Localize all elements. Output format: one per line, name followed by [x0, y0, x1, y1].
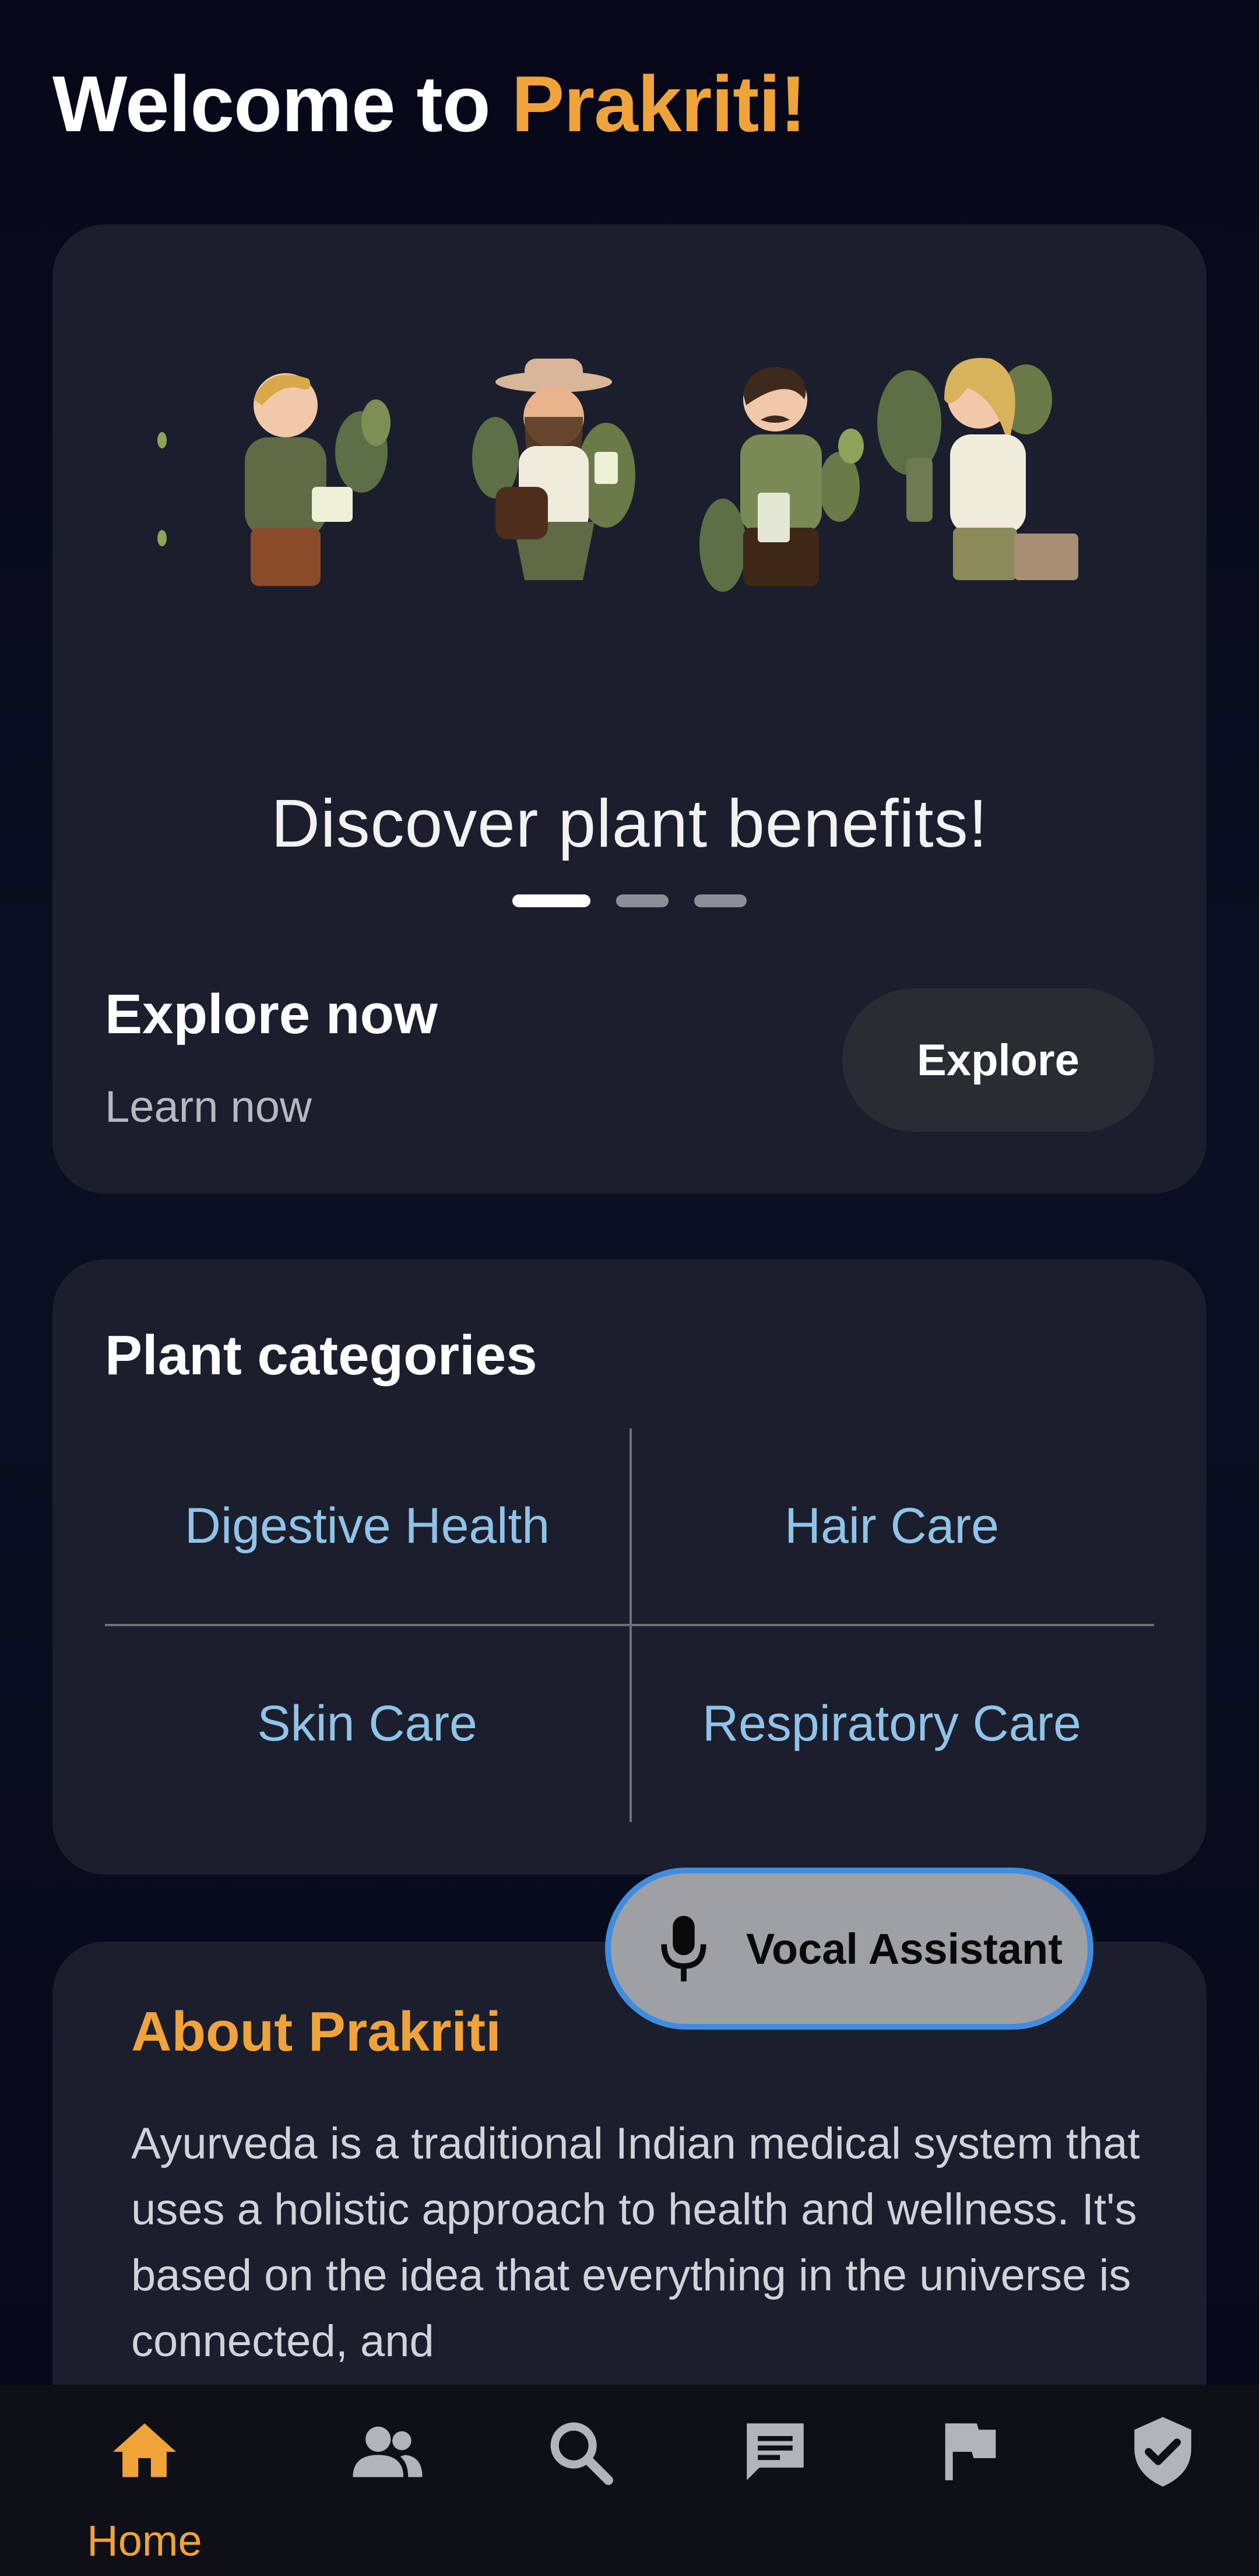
explore-title: Explore now	[105, 983, 438, 1045]
grid-divider-horizontal	[105, 1624, 1154, 1626]
app-screen: Welcome to Prakriti! Discover plant bene…	[0, 0, 1259, 2576]
welcome-prefix: Welcome to	[52, 59, 512, 148]
brand-name: Prakriti!	[511, 59, 807, 148]
vocal-assistant-label: Vocal Assistant	[746, 1924, 1063, 1973]
carousel-dot-3[interactable]	[694, 894, 747, 907]
hero-card: Discover plant benefits! Explore now Lea…	[52, 224, 1207, 1194]
home-icon	[112, 2423, 177, 2477]
carousel-dot-1[interactable]	[512, 894, 590, 907]
carousel-caption: Discover plant benefits!	[271, 785, 988, 861]
verified-shield-icon	[1134, 2417, 1191, 2487]
nav-people[interactable]	[318, 2385, 458, 2576]
nav-verified[interactable]	[1093, 2385, 1233, 2576]
categories-title: Plant categories	[105, 1324, 537, 1387]
category-digestive-health[interactable]: Digestive Health	[105, 1429, 630, 1624]
explore-subtitle: Learn now	[105, 1082, 312, 1132]
nav-home-label: Home	[87, 2517, 202, 2565]
plant-categories-card: Plant categories Digestive Health Hair C…	[52, 1259, 1207, 1875]
carousel-dot-2[interactable]	[616, 894, 669, 907]
bottom-navigation: Home	[0, 2385, 1259, 2576]
people-with-plants-illustration	[157, 357, 1078, 592]
categories-grid: Digestive Health Hair Care Skin Care Res…	[105, 1429, 1154, 1822]
vocal-assistant-button[interactable]: Vocal Assistant	[605, 1868, 1093, 2030]
carousel-indicator[interactable]	[52, 894, 1207, 907]
nav-search[interactable]	[510, 2385, 650, 2576]
category-respiratory-care[interactable]: Respiratory Care	[630, 1626, 1154, 1822]
about-title: About Prakriti	[131, 2001, 501, 2063]
flag-icon	[945, 2423, 996, 2480]
about-text: Ayurveda is a traditional Indian medical…	[131, 2119, 1140, 2366]
category-hair-care[interactable]: Hair Care	[630, 1429, 1154, 1624]
welcome-title: Welcome to Prakriti!	[52, 58, 807, 149]
nav-home[interactable]: Home	[75, 2385, 214, 2576]
chat-icon	[747, 2423, 804, 2480]
search-icon	[550, 2422, 613, 2485]
mic-icon	[661, 1915, 706, 1982]
explore-button[interactable]: Explore	[842, 988, 1154, 1132]
nav-chat[interactable]	[705, 2385, 845, 2576]
nav-flag[interactable]	[901, 2385, 1040, 2576]
people-icon	[353, 2426, 423, 2477]
category-skin-care[interactable]: Skin Care	[105, 1626, 630, 1822]
